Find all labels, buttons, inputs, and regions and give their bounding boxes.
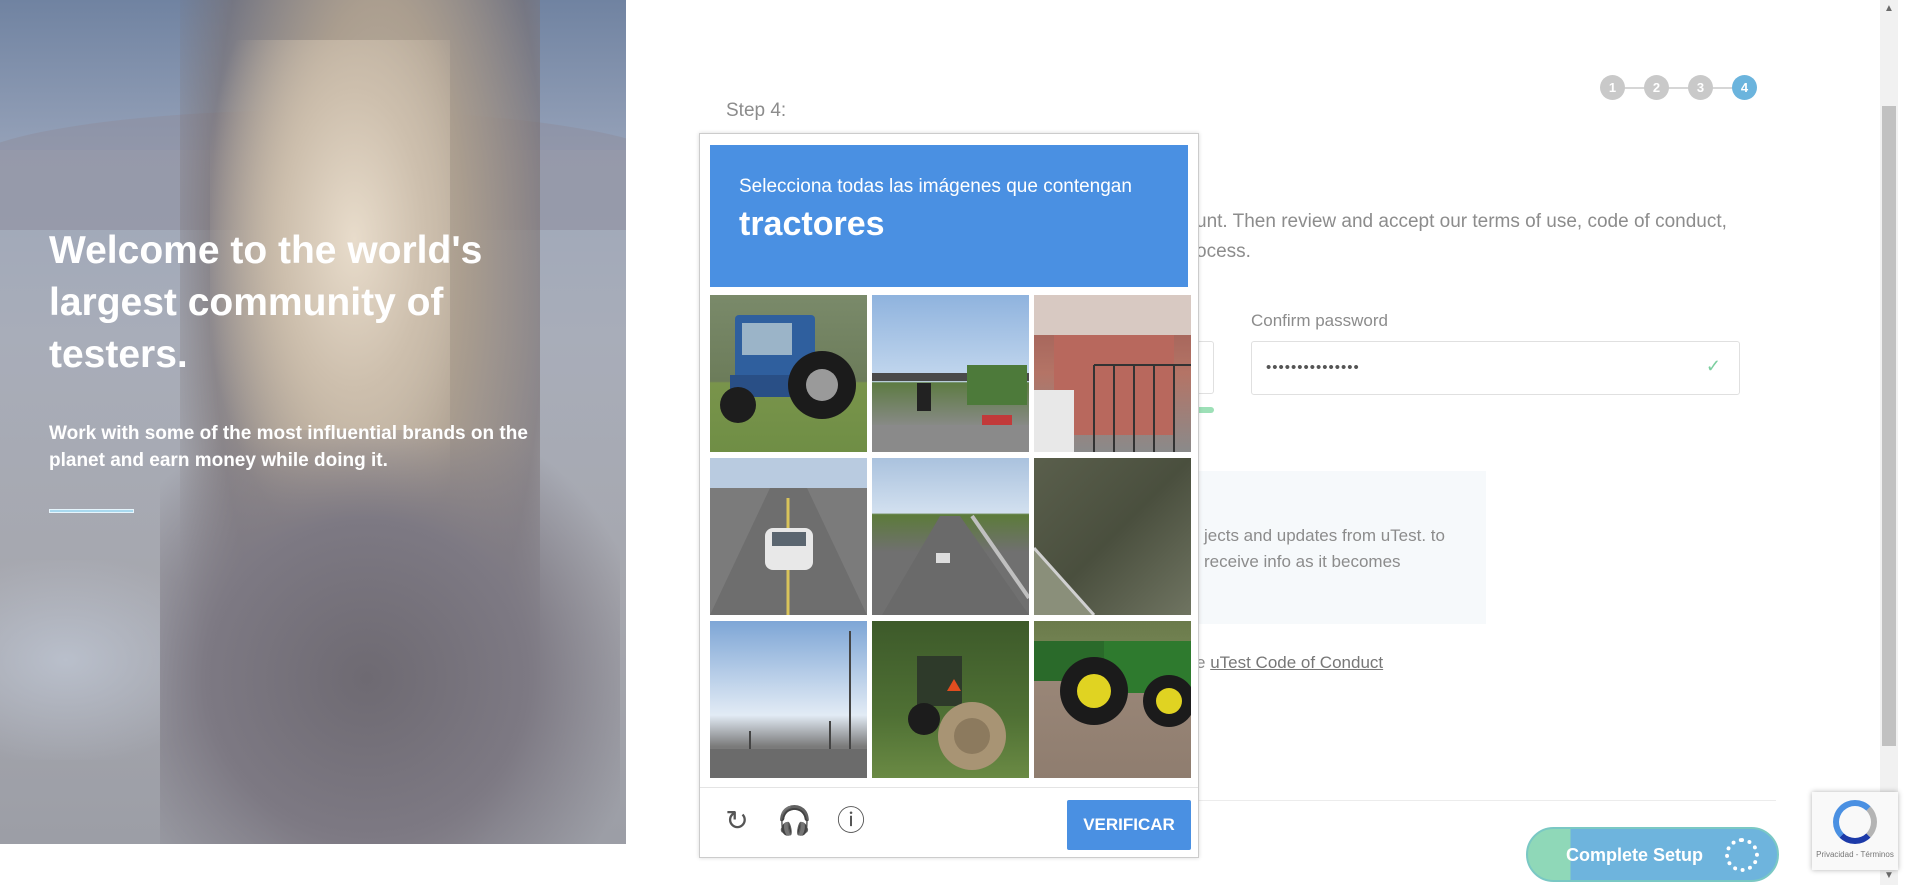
step-3: 3 bbox=[1688, 75, 1713, 100]
tractor-hay-image bbox=[908, 656, 1006, 770]
tractor-green-image bbox=[1034, 641, 1191, 727]
progress-stepper: 1 2 3 4 bbox=[1600, 75, 1765, 101]
step-4: 4 bbox=[1732, 75, 1757, 100]
code-of-conduct-link[interactable]: uTest Code of Conduct bbox=[1210, 653, 1383, 672]
info-icon[interactable]: ⓘ bbox=[834, 804, 868, 838]
hero-body bbox=[160, 430, 620, 844]
confirm-password-label: Confirm password bbox=[1251, 311, 1388, 330]
recaptcha-logo-icon bbox=[1833, 800, 1877, 844]
roof-image bbox=[1034, 546, 1096, 615]
street-poles-image bbox=[710, 631, 867, 778]
captcha-instruction: Selecciona todas las imágenes que conten… bbox=[739, 176, 1132, 197]
audio-headphones-icon[interactable]: 🎧 bbox=[777, 804, 812, 838]
step-label: Step 4: bbox=[726, 100, 787, 121]
scroll-up-arrow-icon[interactable]: ▲ bbox=[1880, 0, 1898, 18]
step-2: 2 bbox=[1644, 75, 1669, 100]
recaptcha-badge[interactable]: Privacidad - Términos bbox=[1812, 792, 1898, 870]
complete-setup-label: Complete Setup bbox=[1566, 845, 1704, 865]
captcha-tile-2[interactable] bbox=[872, 295, 1029, 452]
recaptcha-badge-text: Privacidad - Términos bbox=[1816, 850, 1894, 859]
checkmark-icon: ✓ bbox=[1705, 356, 1721, 376]
stepper-line bbox=[1614, 87, 1744, 89]
hero-headline: Welcome to the world's largest community… bbox=[49, 229, 483, 376]
street-traffic-light-image bbox=[872, 365, 1029, 452]
captcha-tile-7[interactable] bbox=[710, 621, 867, 778]
house-steps-image bbox=[1034, 295, 1191, 452]
captcha-target: tractores bbox=[739, 205, 885, 243]
complete-setup-button[interactable]: Complete Setup bbox=[1526, 827, 1779, 882]
highway-road-image bbox=[882, 514, 1029, 615]
captcha-header: Selecciona todas las imágenes que conten… bbox=[710, 145, 1188, 287]
captcha-tile-5[interactable] bbox=[872, 458, 1029, 615]
captcha-challenge: Selecciona todas las imágenes que conten… bbox=[699, 133, 1199, 858]
hero-panel: Welcome to the world's largest community… bbox=[0, 0, 626, 844]
intro-text-content: unt. Then review and accept our terms of… bbox=[1196, 211, 1727, 262]
page-edge bbox=[1898, 0, 1920, 885]
form-divider bbox=[1196, 800, 1776, 801]
captcha-tile-9[interactable] bbox=[1034, 621, 1191, 778]
loading-spinner-icon bbox=[1725, 838, 1759, 872]
captcha-tile-8[interactable] bbox=[872, 621, 1029, 778]
reload-icon[interactable]: ↻ bbox=[720, 804, 754, 838]
newsletter-info-box: jects and updates from uTest. to receive… bbox=[1196, 471, 1486, 624]
intro-text: unt. Then review and accept our terms of… bbox=[1196, 207, 1756, 267]
tractor-blue-image bbox=[720, 315, 856, 423]
captcha-tile-3[interactable] bbox=[1034, 295, 1191, 452]
newsletter-info-text: jects and updates from uTest. to receive… bbox=[1204, 526, 1445, 571]
code-of-conduct-line: e uTest Code of Conduct bbox=[1196, 653, 1383, 673]
step-1: 1 bbox=[1600, 75, 1625, 100]
captcha-footer-divider bbox=[700, 787, 1198, 788]
highway-car-image bbox=[710, 458, 867, 615]
captcha-tile-1[interactable] bbox=[710, 295, 867, 452]
captcha-tile-6[interactable] bbox=[1034, 458, 1191, 615]
scrollbar-thumb[interactable] bbox=[1882, 106, 1896, 746]
hero-accent-bar bbox=[49, 509, 134, 513]
verify-button[interactable]: VERIFICAR bbox=[1067, 800, 1191, 850]
confirm-password-value: ••••••••••••••• bbox=[1266, 359, 1360, 376]
confirm-password-input[interactable]: ••••••••••••••• ✓ bbox=[1251, 341, 1740, 395]
captcha-tile-4[interactable] bbox=[710, 458, 867, 615]
hero-tagline: Work with some of the most influential b… bbox=[49, 423, 528, 471]
